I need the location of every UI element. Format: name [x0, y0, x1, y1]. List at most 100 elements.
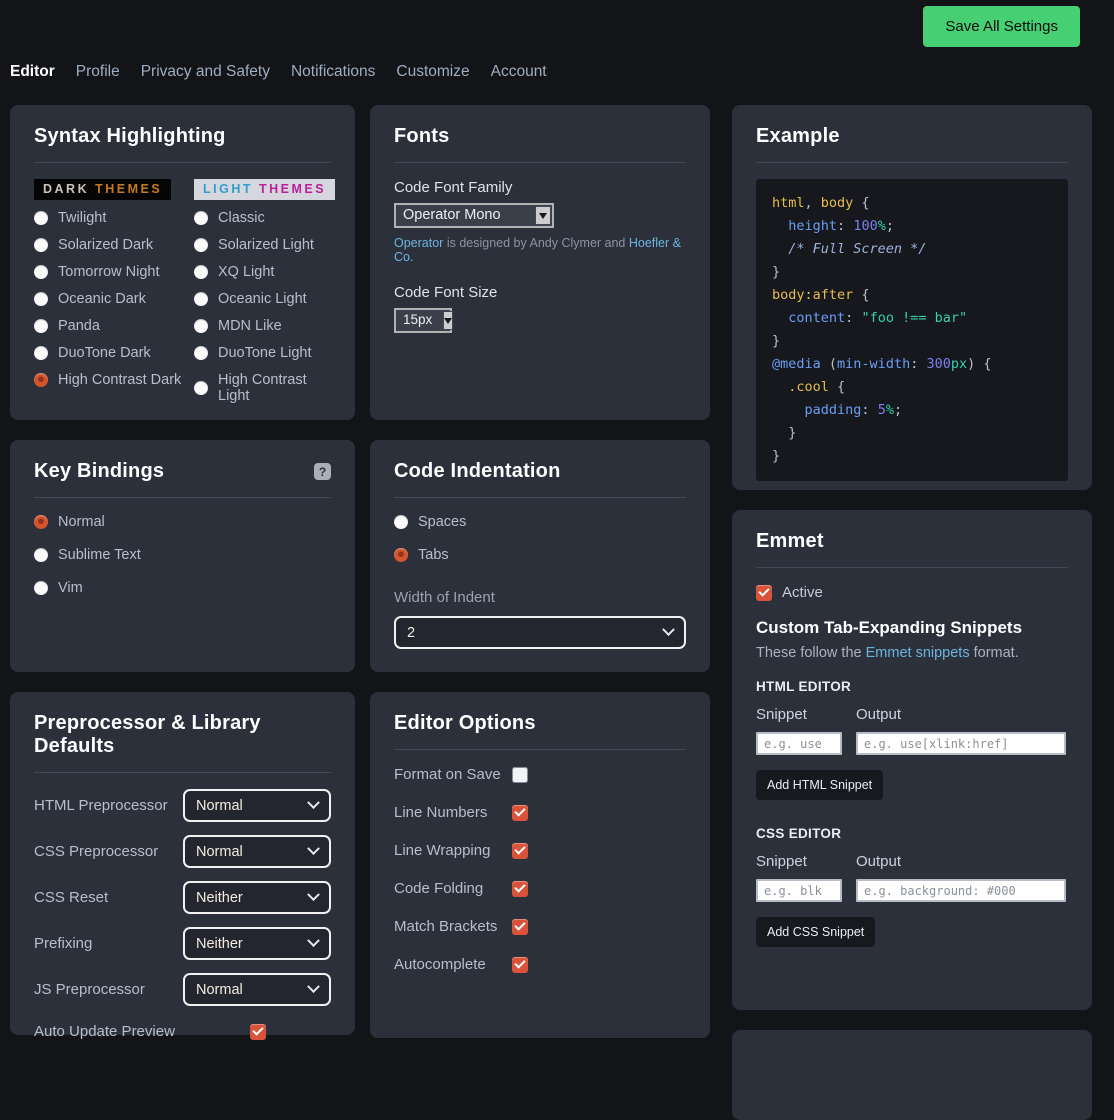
- theme-radio-option[interactable]: XQ Light: [194, 264, 331, 280]
- nav-tab[interactable]: Customize: [396, 63, 469, 81]
- radio-icon[interactable]: [194, 381, 208, 395]
- radio-icon[interactable]: [34, 548, 48, 562]
- add-html-snippet-button[interactable]: Add HTML Snippet: [756, 770, 883, 800]
- divider: [34, 772, 331, 773]
- radio-icon[interactable]: [194, 238, 208, 252]
- emmet-active-checkbox[interactable]: [756, 585, 772, 601]
- custom-snippets-heading: Custom Tab-Expanding Snippets: [756, 618, 1068, 638]
- select-value: 2: [407, 625, 415, 641]
- theme-radio-option[interactable]: Oceanic Dark: [34, 291, 194, 307]
- panel-title: Editor Options: [394, 712, 686, 735]
- panel-title: Example: [756, 125, 1068, 148]
- panel-key-bindings: Key Bindings ? Normal Sublime Text: [10, 440, 355, 672]
- radio-icon[interactable]: [194, 292, 208, 306]
- dropdown-arrow-icon[interactable]: [535, 206, 551, 225]
- width-of-indent-label: Width of Indent: [394, 589, 686, 606]
- nav-tab[interactable]: Notifications: [291, 63, 375, 81]
- css-editor-heading: CSS EDITOR: [756, 826, 1068, 841]
- select-value: Normal: [196, 982, 243, 998]
- dropdown-arrow-icon[interactable]: [443, 311, 453, 330]
- radio-icon[interactable]: [34, 292, 48, 306]
- option-checkbox[interactable]: [512, 919, 528, 935]
- key-binding-radio-option[interactable]: Normal: [34, 514, 331, 530]
- emmet-active-row[interactable]: Active: [756, 584, 1068, 601]
- radio-icon[interactable]: [34, 581, 48, 595]
- panel-editor-options: Editor Options Format on Save Line Numbe…: [370, 692, 710, 1038]
- theme-radio-option[interactable]: MDN Like: [194, 318, 331, 334]
- indentation-radio-option[interactable]: Tabs: [394, 547, 686, 563]
- operator-link[interactable]: Operator: [394, 236, 443, 250]
- editor-option-row: Match Brackets: [394, 918, 686, 935]
- indentation-radio-option[interactable]: Spaces: [394, 514, 686, 530]
- html-editor-heading: HTML EDITOR: [756, 679, 1068, 694]
- radio-icon[interactable]: [34, 211, 48, 225]
- divider: [756, 162, 1068, 163]
- option-checkbox[interactable]: [512, 843, 528, 859]
- theme-radio-option[interactable]: Solarized Light: [194, 237, 331, 253]
- css-output-input[interactable]: [856, 879, 1066, 902]
- preprocessor-select[interactable]: Neither: [183, 881, 331, 914]
- radio-icon[interactable]: [34, 238, 48, 252]
- theme-radio-option[interactable]: DuoTone Light: [194, 345, 331, 361]
- radio-icon[interactable]: [194, 211, 208, 225]
- width-of-indent-select[interactable]: 2: [394, 616, 686, 649]
- theme-radio-option[interactable]: Solarized Dark: [34, 237, 194, 253]
- radio-icon[interactable]: [34, 319, 48, 333]
- select-value: 15px: [396, 310, 442, 331]
- theme-radio-option[interactable]: DuoTone Dark: [34, 345, 194, 361]
- option-checkbox[interactable]: [512, 881, 528, 897]
- option-checkbox[interactable]: [512, 767, 528, 783]
- radio-icon[interactable]: [34, 515, 48, 529]
- radio-icon[interactable]: [394, 548, 408, 562]
- snippet-label: Snippet: [756, 706, 842, 723]
- theme-radio-option[interactable]: Tomorrow Night: [34, 264, 194, 280]
- select-value: Normal: [196, 844, 243, 860]
- theme-radio-option[interactable]: Panda: [34, 318, 194, 334]
- nav-tab[interactable]: Editor: [10, 63, 55, 81]
- option-checkbox[interactable]: [512, 805, 528, 821]
- divider: [34, 497, 331, 498]
- key-binding-radio-option[interactable]: Sublime Text: [34, 547, 331, 563]
- code-font-size-select[interactable]: 15px: [394, 308, 452, 333]
- emmet-snippets-link[interactable]: Emmet snippets: [866, 645, 970, 661]
- radio-icon[interactable]: [394, 515, 408, 529]
- theme-radio-option[interactable]: Twilight: [34, 210, 194, 226]
- preprocessor-row: CSS Reset Neither: [34, 881, 331, 914]
- nav-tab[interactable]: Profile: [76, 63, 120, 81]
- preprocessor-select[interactable]: Normal: [183, 973, 331, 1006]
- select-value: Normal: [196, 798, 243, 814]
- auto-update-checkbox[interactable]: [250, 1024, 266, 1040]
- save-all-settings-button[interactable]: Save All Settings: [923, 6, 1080, 47]
- theme-radio-option[interactable]: Classic: [194, 210, 331, 226]
- option-checkbox[interactable]: [512, 957, 528, 973]
- code-font-family-select[interactable]: Operator Mono: [394, 203, 554, 228]
- add-css-snippet-button[interactable]: Add CSS Snippet: [756, 917, 875, 947]
- radio-icon[interactable]: [194, 319, 208, 333]
- radio-icon[interactable]: [194, 265, 208, 279]
- theme-radio-option[interactable]: High Contrast Light: [194, 372, 331, 404]
- help-icon[interactable]: ?: [314, 463, 331, 480]
- chevron-down-icon: [307, 980, 320, 993]
- radio-icon[interactable]: [34, 265, 48, 279]
- panel-fonts: Fonts Code Font Family Operator Mono Ope…: [370, 105, 710, 420]
- radio-icon[interactable]: [194, 346, 208, 360]
- panel-title: Emmet: [756, 530, 1068, 553]
- html-snippet-input[interactable]: [756, 732, 842, 755]
- html-output-input[interactable]: [856, 732, 1066, 755]
- panel-next-partial: [732, 1030, 1092, 1120]
- nav-tab[interactable]: Privacy and Safety: [141, 63, 270, 81]
- panel-code-indentation: Code Indentation Spaces Tabs Width of In…: [370, 440, 710, 672]
- key-binding-radio-option[interactable]: Vim: [34, 580, 331, 596]
- radio-icon[interactable]: [34, 346, 48, 360]
- nav-tab[interactable]: Account: [491, 63, 547, 81]
- css-snippet-input[interactable]: [756, 879, 842, 902]
- preprocessor-select[interactable]: Neither: [183, 927, 331, 960]
- radio-icon[interactable]: [34, 373, 48, 387]
- preprocessor-select[interactable]: Normal: [183, 835, 331, 868]
- chevron-down-icon: [307, 842, 320, 855]
- auto-update-preview-row: Auto Update Preview: [34, 1023, 331, 1040]
- chevron-down-icon: [307, 934, 320, 947]
- theme-radio-option[interactable]: High Contrast Dark: [34, 372, 194, 388]
- theme-radio-option[interactable]: Oceanic Light: [194, 291, 331, 307]
- preprocessor-select[interactable]: Normal: [183, 789, 331, 822]
